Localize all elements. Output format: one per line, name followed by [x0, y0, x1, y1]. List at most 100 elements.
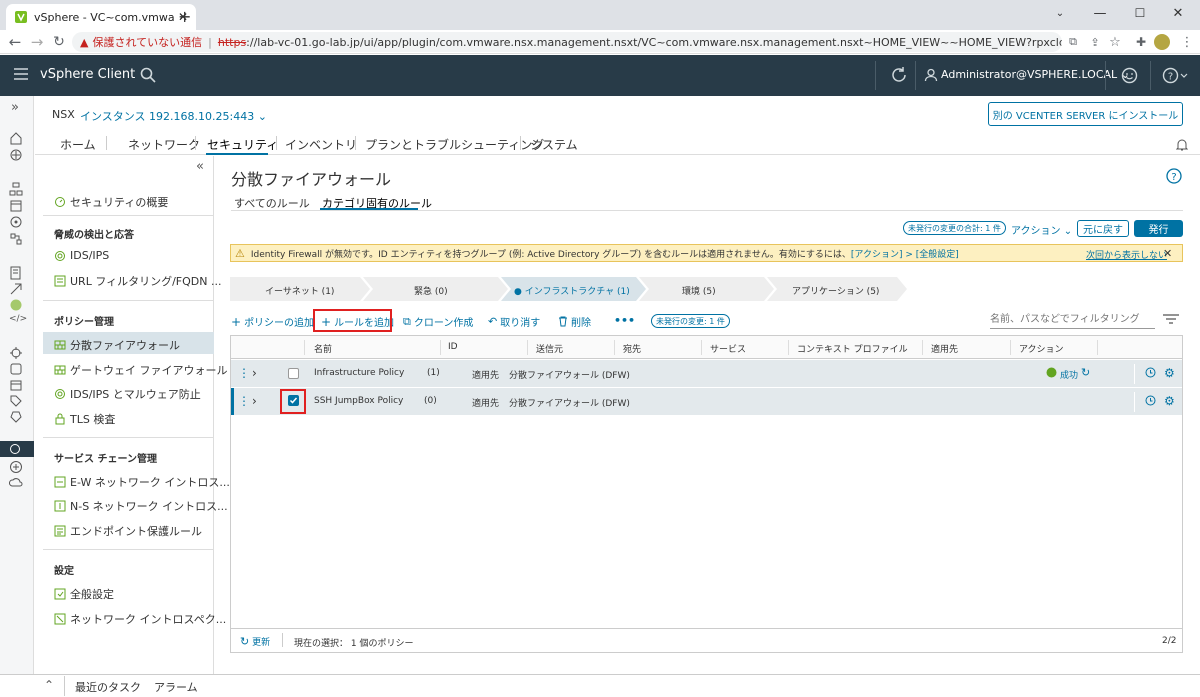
- gear-icon[interactable]: ⚙: [1164, 366, 1175, 380]
- shortcuts-icon[interactable]: [9, 148, 25, 164]
- bookmark-star-icon[interactable]: ☆: [1106, 33, 1124, 51]
- menu-general-settings[interactable]: 全般設定: [54, 586, 114, 602]
- feedback-smiley-icon[interactable]: [1121, 67, 1138, 84]
- maximize-icon[interactable]: ☐: [1120, 2, 1160, 24]
- help-icon[interactable]: ?: [1166, 168, 1182, 184]
- storage-icon[interactable]: [9, 215, 25, 231]
- menu-tls-inspection[interactable]: TLS 検査: [54, 411, 115, 427]
- revert-button[interactable]: 元に戻す: [1077, 220, 1129, 237]
- auto-deploy-icon[interactable]: [9, 362, 25, 378]
- row-checkbox[interactable]: [288, 368, 299, 379]
- menu-network-introspection[interactable]: ネットワーク イントロスペク...: [54, 611, 226, 627]
- bell-icon[interactable]: [1176, 138, 1188, 151]
- column-name[interactable]: 名前: [314, 342, 332, 355]
- collapse-menu-icon[interactable]: «: [196, 159, 204, 174]
- expand-chevron-icon[interactable]: ›: [252, 394, 257, 408]
- plugins-icon[interactable]: [9, 410, 25, 426]
- home-icon[interactable]: [9, 131, 25, 147]
- nav-home[interactable]: ホーム: [60, 136, 96, 153]
- column-applied-to[interactable]: 適用先: [931, 342, 958, 355]
- new-tab-icon[interactable]: +: [178, 7, 191, 26]
- global-inventory-icon[interactable]: [9, 298, 25, 314]
- tasks-icon[interactable]: [9, 378, 25, 394]
- nav-inventory[interactable]: インベントリ: [285, 136, 357, 153]
- history-icon[interactable]: [1145, 367, 1156, 378]
- content-libraries-icon[interactable]: [9, 266, 25, 282]
- menu-url-filtering[interactable]: URL フィルタリング/FQDN ...: [54, 273, 221, 289]
- hamburger-menu-icon[interactable]: [13, 67, 29, 81]
- menu-ids-ips[interactable]: IDS/IPS: [54, 249, 109, 262]
- menu-security-overview[interactable]: セキュリティの概要: [54, 194, 168, 210]
- row-drag-handle-icon[interactable]: ⋮: [238, 394, 250, 408]
- category-environment[interactable]: 環境 (5): [682, 284, 716, 297]
- alarms-tab[interactable]: アラーム: [154, 679, 198, 695]
- policies-profiles-icon[interactable]: [9, 346, 25, 362]
- user-menu[interactable]: Administrator@VSPHERE.LOCAL ⌄: [941, 68, 1130, 81]
- vms-templates-icon[interactable]: [9, 199, 25, 215]
- category-emergency[interactable]: 緊急 (0): [414, 284, 448, 297]
- status-refresh-icon[interactable]: ↻: [1081, 366, 1090, 379]
- close-window-icon[interactable]: ✕: [1158, 2, 1198, 24]
- back-icon[interactable]: ←: [6, 33, 24, 51]
- filter-lines-icon[interactable]: [1163, 314, 1179, 324]
- menu-ew-introspection[interactable]: E-W ネットワーク イントロス...: [54, 474, 230, 490]
- menu-ns-introspection[interactable]: N-S ネットワーク イントロス...: [54, 498, 228, 514]
- search-icon[interactable]: [140, 67, 156, 83]
- tags-icon[interactable]: [9, 394, 25, 410]
- publish-button[interactable]: 発行: [1134, 220, 1183, 237]
- browser-tab[interactable]: vSphere - VC~com.vmware.nsx.m ✕: [6, 4, 196, 30]
- history-icon[interactable]: [1145, 395, 1156, 406]
- translate-icon[interactable]: ⧉: [1064, 33, 1082, 51]
- gear-icon[interactable]: ⚙: [1164, 394, 1175, 408]
- delete-button[interactable]: 削除: [558, 314, 591, 329]
- refresh-button[interactable]: ↻ 更新: [240, 635, 270, 648]
- extensions-icon[interactable]: ✚: [1132, 33, 1150, 51]
- tab-all-rules[interactable]: すべてのルール: [234, 195, 310, 211]
- help-menu-icon[interactable]: ?: [1162, 67, 1188, 84]
- undo-button[interactable]: ↶ 取り消す: [488, 314, 540, 329]
- clone-button[interactable]: ⧉ クローン作成: [403, 314, 473, 330]
- instance-selector[interactable]: インスタンス 192.168.10.25:443 ⌄: [80, 108, 267, 124]
- close-alert-icon[interactable]: ✕: [1163, 247, 1172, 260]
- cloud-icon[interactable]: [9, 476, 25, 492]
- url-input[interactable]: ▲ 保護されていない通信 | https ://lab-vc-01.go-lab…: [72, 32, 1062, 52]
- column-service[interactable]: サービス: [710, 342, 746, 355]
- networking-icon[interactable]: [9, 232, 25, 248]
- nav-network[interactable]: ネットワーク: [128, 136, 200, 153]
- nsx-rail-selected[interactable]: [0, 441, 34, 457]
- expand-chevron-icon[interactable]: ›: [252, 366, 257, 380]
- reload-icon[interactable]: ↻: [50, 33, 68, 51]
- expand-panel-icon[interactable]: ⌃: [44, 678, 54, 692]
- menu-gateway-firewall[interactable]: ゲートウェイ ファイアウォール: [54, 362, 228, 378]
- category-application[interactable]: アプリケーション (5): [792, 284, 879, 297]
- recent-tasks-tab[interactable]: 最近のタスク: [75, 679, 141, 695]
- row-drag-handle-icon[interactable]: ⋮: [238, 366, 250, 380]
- minimize-icon[interactable]: —: [1080, 2, 1120, 24]
- column-source[interactable]: 送信元: [536, 342, 563, 355]
- category-ethernet[interactable]: イーサネット (1): [265, 284, 334, 297]
- nav-security[interactable]: セキュリティ: [207, 136, 278, 153]
- column-action[interactable]: アクション: [1019, 342, 1064, 355]
- alert-settings-link[interactable]: [アクション] > [全般設定]: [851, 247, 959, 260]
- column-destination[interactable]: 宛先: [623, 342, 641, 355]
- workload-mgmt-icon[interactable]: [9, 282, 25, 298]
- code-icon[interactable]: </>: [9, 314, 27, 330]
- more-actions-icon[interactable]: •••: [614, 314, 635, 327]
- column-id[interactable]: ID: [448, 342, 458, 352]
- forward-icon[interactable]: →: [28, 33, 46, 51]
- dropdown-icon[interactable]: ⌄: [1040, 2, 1080, 24]
- nav-system[interactable]: システム: [530, 136, 578, 153]
- dont-show-again-link[interactable]: 次回から表示しない: [1086, 248, 1167, 261]
- add-circle-icon[interactable]: [9, 460, 25, 476]
- share-icon[interactable]: ⇪: [1086, 33, 1104, 51]
- actions-dropdown[interactable]: アクション ⌄: [1011, 222, 1072, 237]
- menu-endpoint-protection[interactable]: エンドポイント保護ルール: [54, 523, 202, 539]
- refresh-icon[interactable]: [890, 66, 908, 84]
- menu-ids-malware[interactable]: IDS/IPS とマルウェア防止: [54, 386, 201, 402]
- add-policy-button[interactable]: + ポリシーの追加: [231, 314, 314, 330]
- filter-input[interactable]: [990, 311, 1155, 329]
- collapse-rail-icon[interactable]: »: [11, 100, 19, 115]
- menu-distributed-firewall[interactable]: 分散ファイアウォール: [54, 337, 180, 353]
- browser-menu-icon[interactable]: ⋮: [1178, 33, 1196, 51]
- profile-avatar[interactable]: [1154, 34, 1170, 50]
